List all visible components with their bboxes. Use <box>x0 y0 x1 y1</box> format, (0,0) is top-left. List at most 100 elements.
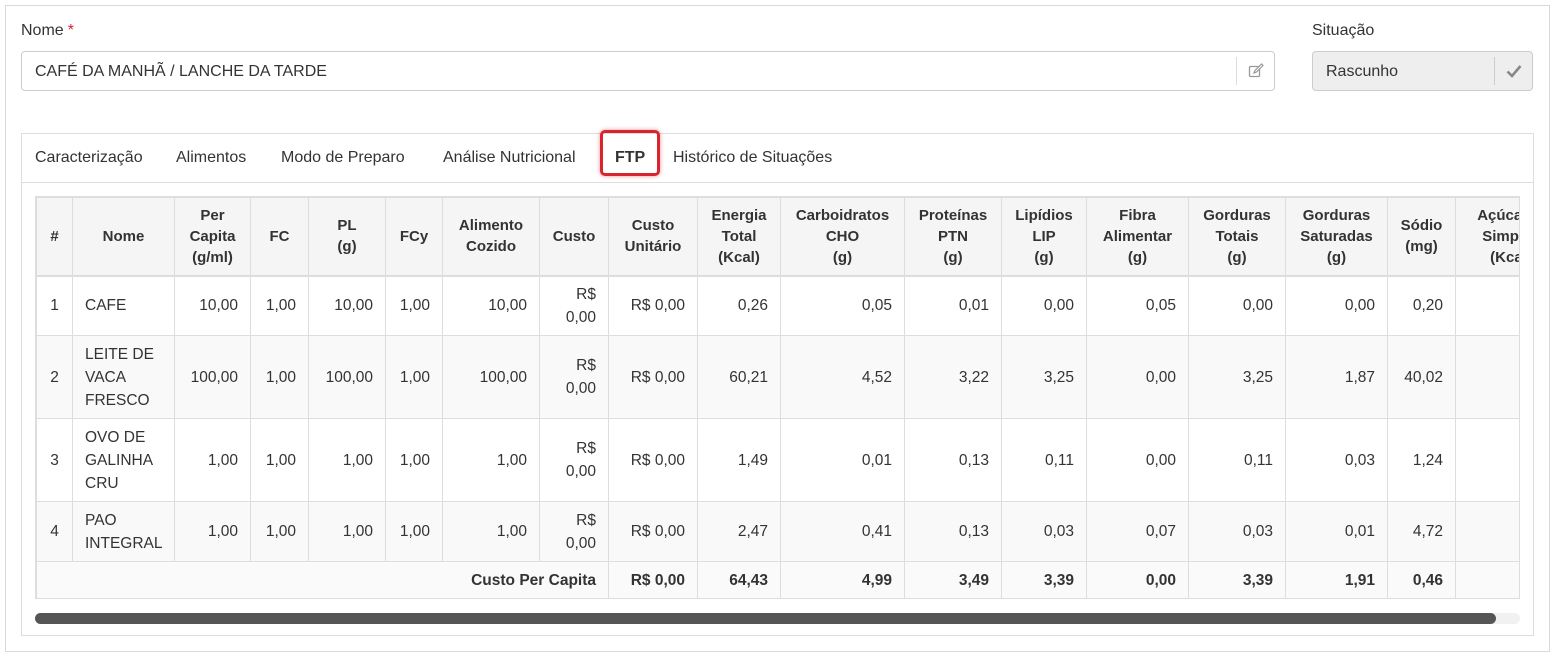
tab-caracterizacao[interactable]: Caracterização <box>35 149 143 167</box>
column-header-line: Lipídios <box>1015 206 1073 224</box>
column-header-line: Saturadas <box>1300 227 1373 245</box>
edit-icon[interactable] <box>1236 57 1274 85</box>
tab-modo-de-preparo[interactable]: Modo de Preparo <box>281 149 405 167</box>
column-header-line: Proteínas <box>918 206 988 224</box>
column-header: Energia Total (Kcal) <box>697 197 781 277</box>
table-cell: 0,03 <box>1188 501 1286 562</box>
column-header-line: Fibra <box>1119 206 1156 224</box>
table-footer-row: Custo Per Capita R$ 0,00 64,43 4,99 3,49 3,3… <box>36 561 1519 598</box>
table-cell: 4,52 <box>780 335 905 419</box>
column-header: Açúcares Simples (Kcal) <box>1455 197 1519 277</box>
column-header-line: (g) <box>1034 248 1054 266</box>
column-header-line: (g) <box>1227 248 1247 266</box>
table-cell: 3 <box>36 418 73 502</box>
table-cell: 0,13 <box>904 418 1002 502</box>
table-cell: 0,11 <box>1001 418 1087 502</box>
table-cell: 1,00 <box>174 418 251 502</box>
table-cell: 0,11 <box>1188 418 1286 502</box>
tab-panel: Caracterização Alimentos Modo de Preparo… <box>21 130 1534 636</box>
column-header-line: Totais <box>1215 227 1259 245</box>
tab-alimentos[interactable]: Alimentos <box>176 149 246 167</box>
column-header-line: Sódio <box>1400 217 1443 235</box>
table-cell: 100,00 <box>308 335 386 419</box>
column-header-line: Custo <box>552 227 596 245</box>
ftp-table-viewport: # Nome Per Capita (g/ml) FC PL (g) FCy Alimento Co… <box>35 196 1520 599</box>
table-cell: 1,00 <box>385 335 443 419</box>
column-header-line: Total <box>721 227 757 245</box>
column-header: Nome <box>72 197 175 277</box>
table-cell: 1,00 <box>442 501 540 562</box>
tab-bar: Caracterização Alimentos Modo de Preparo… <box>22 130 1533 183</box>
table-cell: 10,00 <box>442 275 540 336</box>
table-cell: 0,13 <box>904 501 1002 562</box>
table-cell: 0,01 <box>780 418 905 502</box>
column-header-line: (mg) <box>1405 238 1438 256</box>
table-cell: 0,03 <box>1285 418 1388 502</box>
column-header: Fibra Alimentar (g) <box>1086 197 1189 277</box>
table-cell: 1,00 <box>174 501 251 562</box>
table-cell: R$ 0,00 <box>539 335 609 419</box>
table-cell: 1,00 <box>308 501 386 562</box>
situacao-value: Rascunho <box>1326 63 1399 80</box>
ftp-table: # Nome Per Capita (g/ml) FC PL (g) FCy Alimento Co… <box>36 197 1519 598</box>
food-name-cell: LEITE DE VACA FRESCO <box>72 335 175 419</box>
table-cell: 1,49 <box>697 418 781 502</box>
footer-total-cell: 0,00 <box>1455 561 1519 598</box>
table-header-row: # Nome Per Capita (g/ml) FC PL (g) FCy Alimento Co… <box>36 197 1519 277</box>
tab-analise-nutricional[interactable]: Análise Nutricional <box>443 149 576 167</box>
horizontal-scrollbar[interactable] <box>35 613 1520 624</box>
table-cell: 1 <box>36 275 73 336</box>
column-header-line: Energia <box>711 206 767 224</box>
table-row: 1 CAFE 10,00 1,00 10,00 1,00 10,00 R$ 0,00 R$ 0,… <box>36 275 1519 336</box>
column-header-line: (g) <box>943 248 963 266</box>
scrollbar-thumb[interactable] <box>35 613 1496 624</box>
column-header-line: Alimentar <box>1102 227 1173 245</box>
table-cell: R$ 0,00 <box>608 501 698 562</box>
table-cell: R$ 0,00 <box>539 501 609 562</box>
footer-total-cell: 1,91 <box>1285 561 1388 598</box>
column-header: Sódio (mg) <box>1387 197 1456 277</box>
table-cell: 0,00 <box>1285 275 1388 336</box>
column-header-line: (g) <box>337 238 357 256</box>
column-header: Proteínas PTN (g) <box>904 197 1002 277</box>
table-cell: 10,00 <box>174 275 251 336</box>
table-cell: 1,00 <box>385 275 443 336</box>
nome-input-value: CAFÉ DA MANHÃ / LANCHE DA TARDE <box>35 63 327 80</box>
column-header: Lipídios LIP (g) <box>1001 197 1087 277</box>
column-header-line: Nome <box>102 227 145 245</box>
table-row: 2 LEITE DE VACA FRESCO 100,00 1,00 100,00 1,0… <box>36 335 1519 419</box>
table-cell: 100,00 <box>174 335 251 419</box>
footer-total-cell: 3,39 <box>1188 561 1286 598</box>
tab-ftp[interactable]: FTP <box>615 149 645 167</box>
footer-total-cell: 3,39 <box>1001 561 1087 598</box>
column-header: # <box>36 197 73 277</box>
column-header: Alimento Cozido <box>442 197 540 277</box>
column-header-line: PTN <box>938 227 968 245</box>
column-header-line: (Kcal) <box>1490 248 1519 266</box>
nome-input[interactable]: CAFÉ DA MANHÃ / LANCHE DA TARDE <box>21 51 1275 91</box>
table-cell: 0,20 <box>1387 275 1456 336</box>
column-header-line: Alimento <box>458 217 524 235</box>
table-cell: 1,00 <box>250 418 309 502</box>
table-cell: 3,22 <box>904 335 1002 419</box>
table-cell: 40,02 <box>1387 335 1456 419</box>
table-row: 3 OVO DE GALINHA CRU 1,00 1,00 1,00 1,00 1,00 R… <box>36 418 1519 502</box>
required-mark: * <box>67 22 74 39</box>
nome-label: Nome * <box>21 22 74 40</box>
table-cell: R$ 0,00 <box>608 275 698 336</box>
column-header-line: (Kcal) <box>718 248 760 266</box>
column-header-line: Carboidratos <box>795 206 890 224</box>
table-cell: 2 <box>36 335 73 419</box>
table-cell: R$ 0,00 <box>608 418 698 502</box>
table-cell: 0,00 <box>1001 275 1087 336</box>
tab-historico-de-situacoes[interactable]: Histórico de Situações <box>673 149 832 167</box>
table-cell: 0,41 <box>780 501 905 562</box>
column-header-line: (g) <box>1326 248 1347 266</box>
table-cell: 0,00 <box>1086 418 1189 502</box>
footer-total-cell: R$ 0,00 <box>608 561 698 598</box>
table-cell: 1,87 <box>1285 335 1388 419</box>
table-cell: 10,00 <box>308 275 386 336</box>
check-icon[interactable] <box>1494 57 1532 85</box>
food-name-cell: OVO DE GALINHA CRU <box>72 418 175 502</box>
table-cell: 0,05 <box>780 275 905 336</box>
